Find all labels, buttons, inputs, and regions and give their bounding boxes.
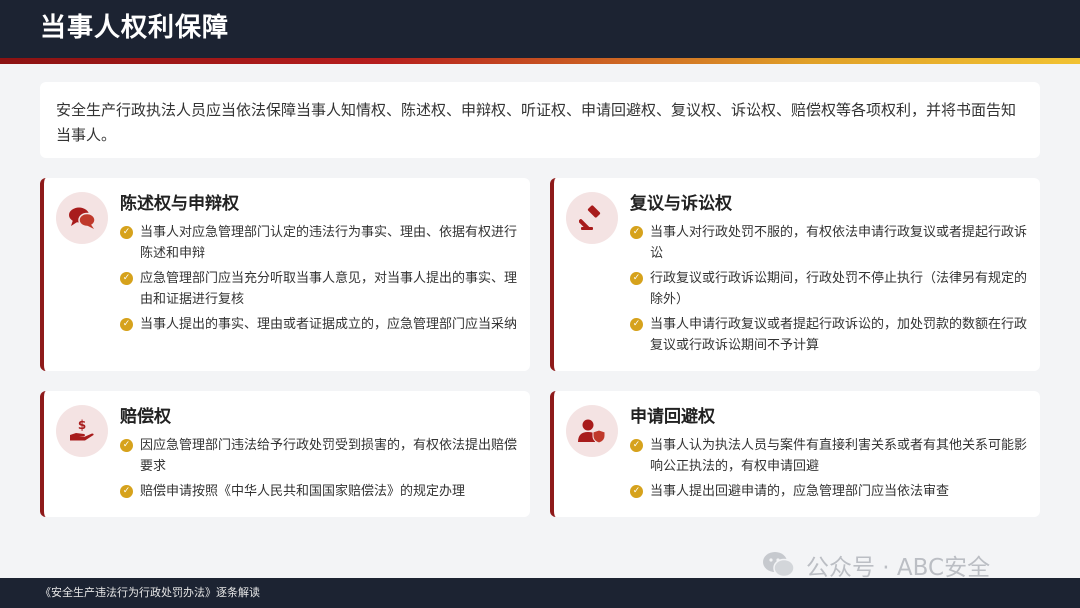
list-item: ✓ 当事人认为执法人员与案件有直接利害关系或者有其他关系可能影响公正执法的，有权申… [630,435,1030,477]
check-circle-icon: ✓ [120,439,133,452]
footer-bar: 《安全生产违法行为行政处罚办法》逐条解读 [0,578,1080,608]
check-circle-icon: ✓ [120,318,133,331]
list-item: ✓ 当事人提出的事实、理由或者证据成立的，应急管理部门应当采纳 [120,314,520,335]
card-title: 陈述权与申辩权 [120,194,239,214]
check-circle-icon: ✓ [630,485,643,498]
check-circle-icon: ✓ [120,485,133,498]
hand-money-icon: $ [56,405,108,457]
list-item: ✓ 当事人对行政处罚不服的，有权依法申请行政复议或者提起行政诉讼 [630,222,1030,264]
footer-text: 《安全生产违法行为行政处罚办法》逐条解读 [40,586,260,599]
watermark-text: 公众号 · ABC安全 [806,555,991,581]
list-item: ✓ 当事人提出回避申请的，应急管理部门应当依法审查 [630,481,1030,502]
card-title: 赔偿权 [120,407,171,427]
check-circle-icon: ✓ [630,226,643,239]
user-shield-icon [566,405,618,457]
card-title: 复议与诉讼权 [630,194,732,214]
page-title: 当事人权利保障 [40,13,230,43]
card-statement-defense: 陈述权与申辩权 ✓ 当事人对应急管理部门认定的违法行为事实、理由、依据有权进行陈述… [40,178,530,371]
intro-panel: 安全生产行政执法人员应当依法保障当事人知情权、陈述权、申辩权、听证权、申请回避权… [40,82,1040,158]
list-item: ✓ 因应急管理部门违法给予行政处罚受到损害的，有权依法提出赔偿要求 [120,435,520,477]
card-item-list: ✓ 当事人对行政处罚不服的，有权依法申请行政复议或者提起行政诉讼 ✓ 行政复议或行政… [630,222,1030,360]
check-circle-icon: ✓ [630,318,643,331]
card-compensation: $ 赔偿权 ✓ 因应急管理部门违法给予行政处罚受到损害的，有权依法提出赔偿要求 ✓… [40,391,530,517]
chat-bubbles-icon [56,192,108,244]
check-circle-icon: ✓ [630,439,643,452]
check-circle-icon: ✓ [630,272,643,285]
svg-text:$: $ [78,418,86,432]
card-title: 申请回避权 [630,407,715,427]
wechat-icon [763,552,795,578]
list-item: ✓ 赔偿申请按照《中华人民共和国国家赔偿法》的规定办理 [120,481,520,502]
card-review-litigation: 复议与诉讼权 ✓ 当事人对行政处罚不服的，有权依法申请行政复议或者提起行政诉讼 ✓… [550,178,1040,371]
accent-stripe [0,58,1080,64]
check-circle-icon: ✓ [120,226,133,239]
card-item-list: ✓ 当事人认为执法人员与案件有直接利害关系或者有其他关系可能影响公正执法的，有权申… [630,435,1030,506]
list-item: ✓ 当事人申请行政复议或者提起行政诉讼的，加处罚款的数额在行政复议或行政诉讼期间不… [630,314,1030,356]
watermark: 公众号 · ABC安全 [762,548,990,582]
header-bar: 当事人权利保障 [0,0,1080,60]
gavel-icon [566,192,618,244]
card-item-list: ✓ 因应急管理部门违法给予行政处罚受到损害的，有权依法提出赔偿要求 ✓ 赔偿申请按照… [120,435,520,506]
check-circle-icon: ✓ [120,272,133,285]
list-item: ✓ 应急管理部门应当充分听取当事人意见，对当事人提出的事实、理由和证据进行复核 [120,268,520,310]
card-recusal: 申请回避权 ✓ 当事人认为执法人员与案件有直接利害关系或者有其他关系可能影响公正执… [550,391,1040,517]
list-item: ✓ 当事人对应急管理部门认定的违法行为事实、理由、依据有权进行陈述和申辩 [120,222,520,264]
card-item-list: ✓ 当事人对应急管理部门认定的违法行为事实、理由、依据有权进行陈述和申辩 ✓ 应急管… [120,222,520,339]
intro-text: 安全生产行政执法人员应当依法保障当事人知情权、陈述权、申辩权、听证权、申请回避权… [56,101,1017,144]
list-item: ✓ 行政复议或行政诉讼期间，行政处罚不停止执行（法律另有规定的除外） [630,268,1030,310]
